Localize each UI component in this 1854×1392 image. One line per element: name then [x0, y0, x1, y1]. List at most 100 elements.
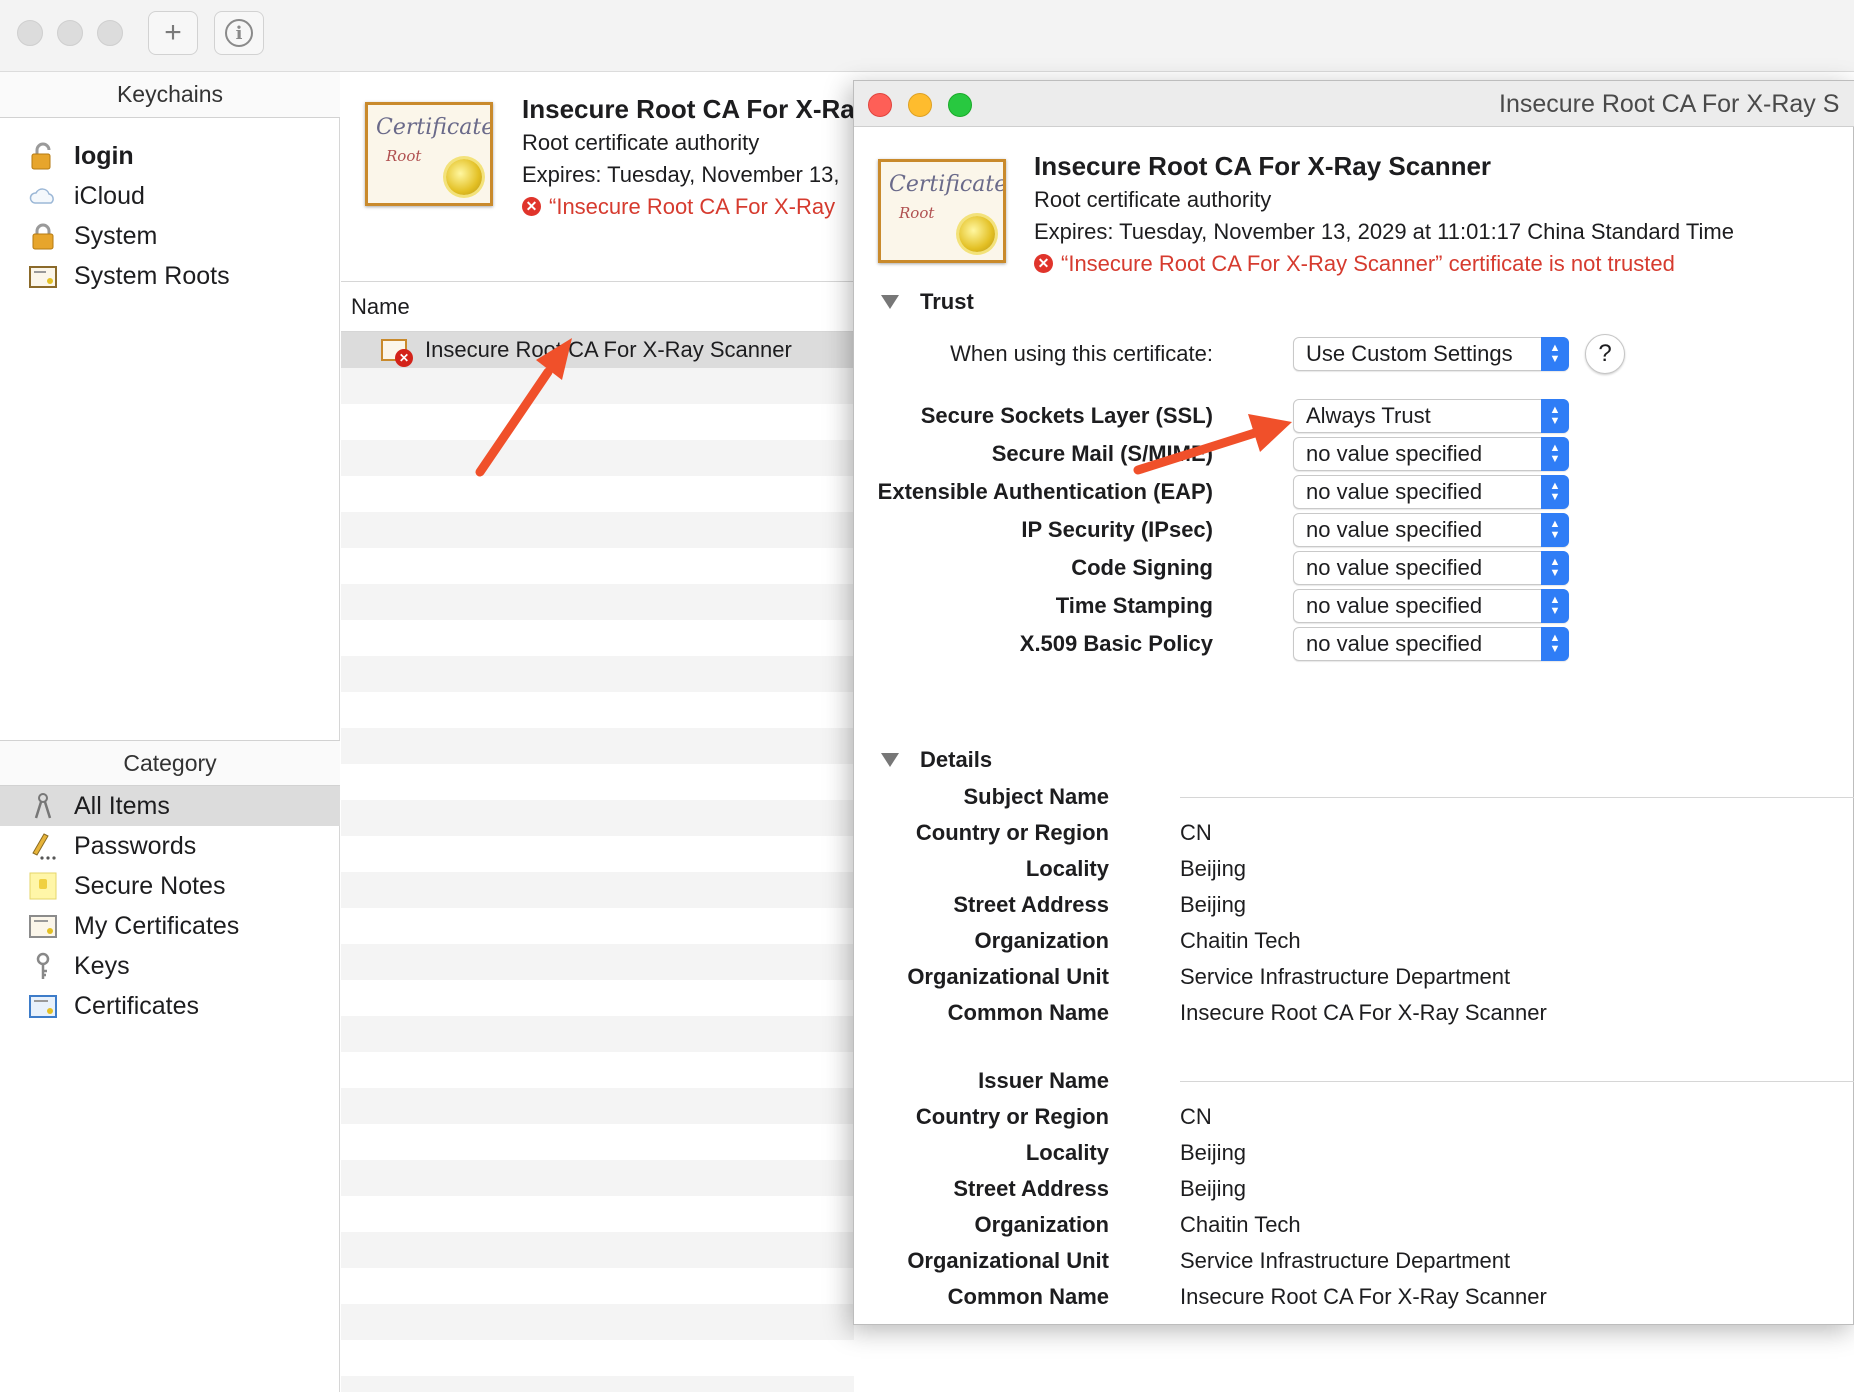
table-row — [341, 764, 854, 800]
issuer-name-header: Issuer Name — [978, 1068, 1109, 1093]
issuer-country-value: CN — [1180, 1104, 1212, 1129]
sidebar-item-system[interactable]: System — [0, 216, 340, 256]
summary-subtitle: Root certificate authority — [522, 130, 760, 155]
error-icon: ✕ — [1034, 253, 1053, 273]
zoom-button-inactive[interactable] — [97, 20, 123, 46]
table-row — [341, 620, 854, 656]
close-button-inactive[interactable] — [17, 20, 43, 46]
sidebar-item-certificates[interactable]: Certificates — [0, 986, 340, 1026]
category-header: Category — [0, 740, 340, 786]
ssl-value: Always Trust — [1306, 403, 1431, 428]
table-row — [341, 368, 854, 404]
when-using-popup[interactable]: Use Custom Settings ▲ ▼ — [1293, 337, 1569, 371]
when-using-value: Use Custom Settings — [1306, 341, 1513, 366]
issuer-country-label: Country or Region — [915, 1104, 1109, 1129]
sidebar-item-passwords[interactable]: Passwords — [0, 826, 340, 866]
table-row — [341, 1016, 854, 1052]
sidebar-item-my-certificates[interactable]: My Certificates — [0, 906, 340, 946]
zoom-button[interactable] — [948, 93, 972, 117]
sidebar-item-icloud[interactable]: iCloud — [0, 176, 340, 216]
popup-stepper-icon: ▲ ▼ — [1541, 337, 1569, 371]
issuer-organization-value: Chaitin Tech — [1180, 1212, 1301, 1237]
table-row — [341, 728, 854, 764]
minimize-button[interactable] — [908, 93, 932, 117]
smime-popup[interactable]: no value specified ▲ ▼ — [1293, 437, 1569, 471]
ipsec-popup[interactable]: no value specified ▲ ▼ — [1293, 513, 1569, 547]
certificate-subtitle: Root certificate authority — [1034, 187, 1272, 212]
trust-disclosure-triangle[interactable] — [881, 295, 899, 309]
sidebar-item-label: login — [74, 141, 134, 170]
info-icon: i — [225, 19, 253, 47]
popup-stepper-icon: ▲ ▼ — [1541, 437, 1569, 471]
details-disclosure-triangle[interactable] — [881, 753, 899, 767]
certificate-cabinet-icon — [28, 261, 58, 291]
issuer-locality-value: Beijing — [1180, 1140, 1247, 1165]
sidebar-item-label: Passwords — [74, 831, 197, 860]
when-using-label: When using this certificate: — [950, 341, 1213, 366]
code-signing-popup[interactable]: no value specified ▲ ▼ — [1293, 551, 1569, 585]
sidebar: Keychains login iCloud System System Roo… — [0, 72, 340, 1392]
ssl-popup[interactable]: Always Trust ▲ ▼ — [1293, 399, 1569, 433]
sidebar-item-keys[interactable]: Keys — [0, 946, 340, 986]
cloud-icon — [28, 181, 58, 211]
time-stamping-popup[interactable]: no value specified ▲ ▼ — [1293, 589, 1569, 623]
issuer-divider — [1180, 1081, 1854, 1082]
certificate-window-titlebar[interactable]: Insecure Root CA For X-Ray S — [854, 81, 1854, 127]
summary-warning-text: “Insecure Root CA For X-Ray — [549, 194, 836, 219]
certificate-image: Certificate Root — [365, 102, 493, 206]
popup-stepper-icon: ▲ ▼ — [1541, 475, 1569, 509]
sidebar-item-system-roots[interactable]: System Roots — [0, 256, 340, 296]
certificate-window: Insecure Root CA For X-Ray S Certificate… — [853, 80, 1854, 1325]
get-info-button[interactable]: i — [214, 11, 264, 55]
subject-country-label: Country or Region — [915, 820, 1109, 845]
table-row — [341, 584, 854, 620]
sidebar-item-label: System Roots — [74, 261, 230, 290]
time-stamping-value: no value specified — [1306, 593, 1483, 618]
popup-stepper-icon: ▲ ▼ — [1541, 589, 1569, 623]
table-row — [341, 1304, 854, 1340]
subject-common-name-value: Insecure Root CA For X-Ray Scanner — [1180, 1000, 1547, 1025]
table-row — [341, 656, 854, 692]
popup-stepper-icon: ▲ ▼ — [1541, 551, 1569, 585]
table-row — [341, 1232, 854, 1268]
minimize-button-inactive[interactable] — [57, 20, 83, 46]
table-row — [341, 512, 854, 548]
table-row — [341, 692, 854, 728]
certificate-warning: ✕ “Insecure Root CA For X-Ray Scanner” ce… — [1034, 251, 1675, 277]
issuer-org-unit-value: Service Infrastructure Department — [1180, 1248, 1511, 1273]
plus-icon: + — [164, 16, 182, 49]
table-row — [341, 1196, 854, 1232]
window-toolbar: + i — [0, 0, 1854, 72]
help-button[interactable]: ? — [1585, 334, 1625, 374]
close-button[interactable] — [868, 93, 892, 117]
sidebar-item-login[interactable]: login — [0, 136, 340, 176]
popup-stepper-icon: ▲ ▼ — [1541, 513, 1569, 547]
key-icon — [28, 951, 58, 981]
annotation-arrow-to-list-item — [475, 338, 572, 477]
sidebar-item-secure-notes[interactable]: Secure Notes — [0, 866, 340, 906]
issuer-common-name-label: Common Name — [947, 1284, 1109, 1309]
sidebar-item-all-items[interactable]: All Items — [0, 786, 340, 826]
table-row — [341, 1376, 854, 1392]
subject-street-label: Street Address — [953, 892, 1109, 917]
x509-basic-policy-popup[interactable]: no value specified ▲ ▼ — [1293, 627, 1569, 661]
issuer-street-label: Street Address — [953, 1176, 1109, 1201]
sidebar-item-label: System — [74, 221, 158, 250]
smime-value: no value specified — [1306, 441, 1483, 466]
table-row-selected[interactable]: ✕ Insecure Root CA For X-Ray Scanner — [341, 332, 854, 368]
certificate-title: Insecure Root CA For X-Ray Scanner — [1034, 151, 1492, 181]
issuer-org-unit-label: Organizational Unit — [907, 1248, 1109, 1273]
subject-locality-label: Locality — [1025, 856, 1109, 881]
annotation-arrow-to-ssl-popup — [1133, 414, 1292, 475]
subject-name-header: Subject Name — [963, 784, 1110, 809]
table-row — [341, 1268, 854, 1304]
add-item-button[interactable]: + — [148, 11, 198, 55]
eap-popup[interactable]: no value specified ▲ ▼ — [1293, 475, 1569, 509]
subject-country-value: CN — [1180, 820, 1212, 845]
table-row — [341, 1340, 854, 1376]
column-header-name[interactable]: Name — [341, 282, 854, 332]
ipsec-label: IP Security (IPsec) — [1021, 517, 1213, 542]
certificate-icon — [28, 991, 58, 1021]
pencil-icon — [28, 831, 58, 861]
keys-icon — [28, 791, 58, 821]
